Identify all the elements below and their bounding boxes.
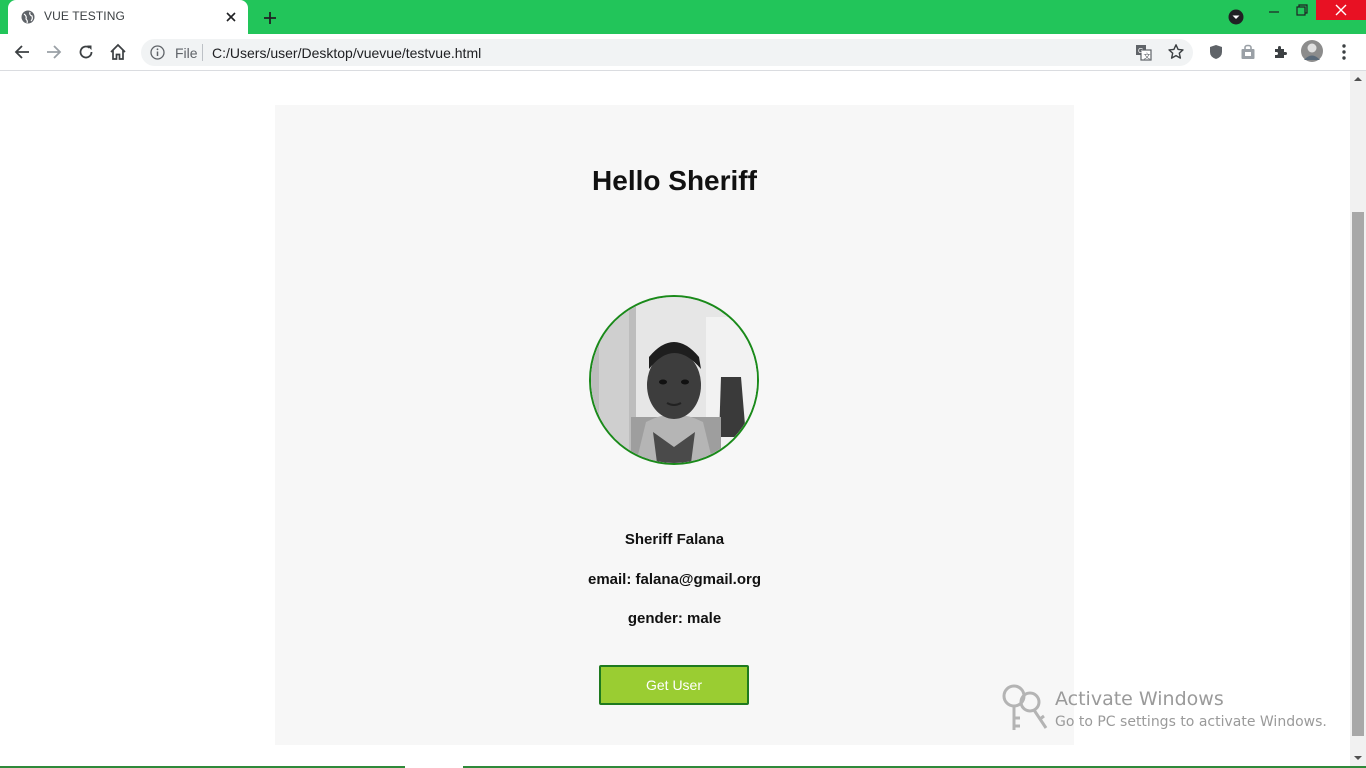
scrollbar-thumb[interactable] bbox=[1352, 212, 1364, 736]
close-icon[interactable] bbox=[223, 9, 239, 25]
page-viewport: Hello Sheriff Sheriff Falana email: fala… bbox=[0, 71, 1350, 768]
title-bar: VUE TESTING bbox=[0, 0, 1366, 34]
user-name: Sheriff Falana bbox=[624, 531, 725, 548]
restore-icon[interactable] bbox=[1294, 2, 1310, 18]
window-close-button[interactable] bbox=[1316, 0, 1366, 20]
omnibox-divider bbox=[202, 44, 203, 61]
reload-icon[interactable] bbox=[76, 42, 96, 62]
page-scrollbar[interactable] bbox=[1350, 71, 1366, 768]
profile-avatar[interactable] bbox=[1300, 39, 1324, 63]
activate-windows-watermark: Activate Windows Go to PC settings to ac… bbox=[1000, 682, 1340, 742]
shield-icon[interactable] bbox=[1206, 42, 1226, 62]
forward-icon[interactable] bbox=[44, 42, 64, 62]
extensions-icon[interactable] bbox=[1270, 42, 1290, 62]
dropdown-icon[interactable] bbox=[1228, 9, 1244, 25]
key-icon bbox=[1002, 684, 1048, 730]
user-card: Hello Sheriff Sheriff Falana email: fala… bbox=[275, 105, 1074, 745]
menu-icon[interactable] bbox=[1334, 42, 1354, 62]
translate-icon[interactable]: G 文 bbox=[1135, 44, 1152, 61]
url-text[interactable]: C:/Users/user/Desktop/vuevue/testvue.htm… bbox=[212, 45, 481, 61]
tab-title: VUE TESTING bbox=[44, 9, 125, 23]
svg-text:文: 文 bbox=[1144, 52, 1151, 61]
user-avatar bbox=[589, 295, 759, 465]
watermark-subtitle: Go to PC settings to activate Windows. bbox=[1055, 714, 1327, 730]
minimize-icon[interactable] bbox=[1266, 3, 1282, 19]
get-user-button[interactable]: Get User bbox=[599, 665, 749, 705]
star-icon[interactable] bbox=[1167, 43, 1185, 61]
info-icon[interactable] bbox=[150, 45, 165, 60]
lock-icon[interactable] bbox=[1238, 42, 1258, 62]
scroll-down-icon[interactable] bbox=[1354, 754, 1362, 762]
globe-icon bbox=[21, 10, 35, 24]
user-email: email: falana@gmail.org bbox=[587, 571, 761, 588]
address-bar[interactable]: File C:/Users/user/Desktop/vuevue/testvu… bbox=[141, 39, 1193, 66]
browser-tab[interactable]: VUE TESTING bbox=[8, 0, 248, 34]
greeting-heading: Hello Sheriff bbox=[592, 165, 757, 196]
back-icon[interactable] bbox=[12, 42, 32, 62]
plus-icon[interactable] bbox=[259, 7, 281, 29]
home-icon[interactable] bbox=[108, 42, 128, 62]
url-scheme-label: File bbox=[175, 45, 198, 61]
user-gender: gender: male bbox=[627, 610, 722, 627]
browser-toolbar: File C:/Users/user/Desktop/vuevue/testvu… bbox=[0, 34, 1366, 71]
scroll-up-icon[interactable] bbox=[1354, 75, 1362, 83]
watermark-title: Activate Windows bbox=[1055, 688, 1224, 710]
